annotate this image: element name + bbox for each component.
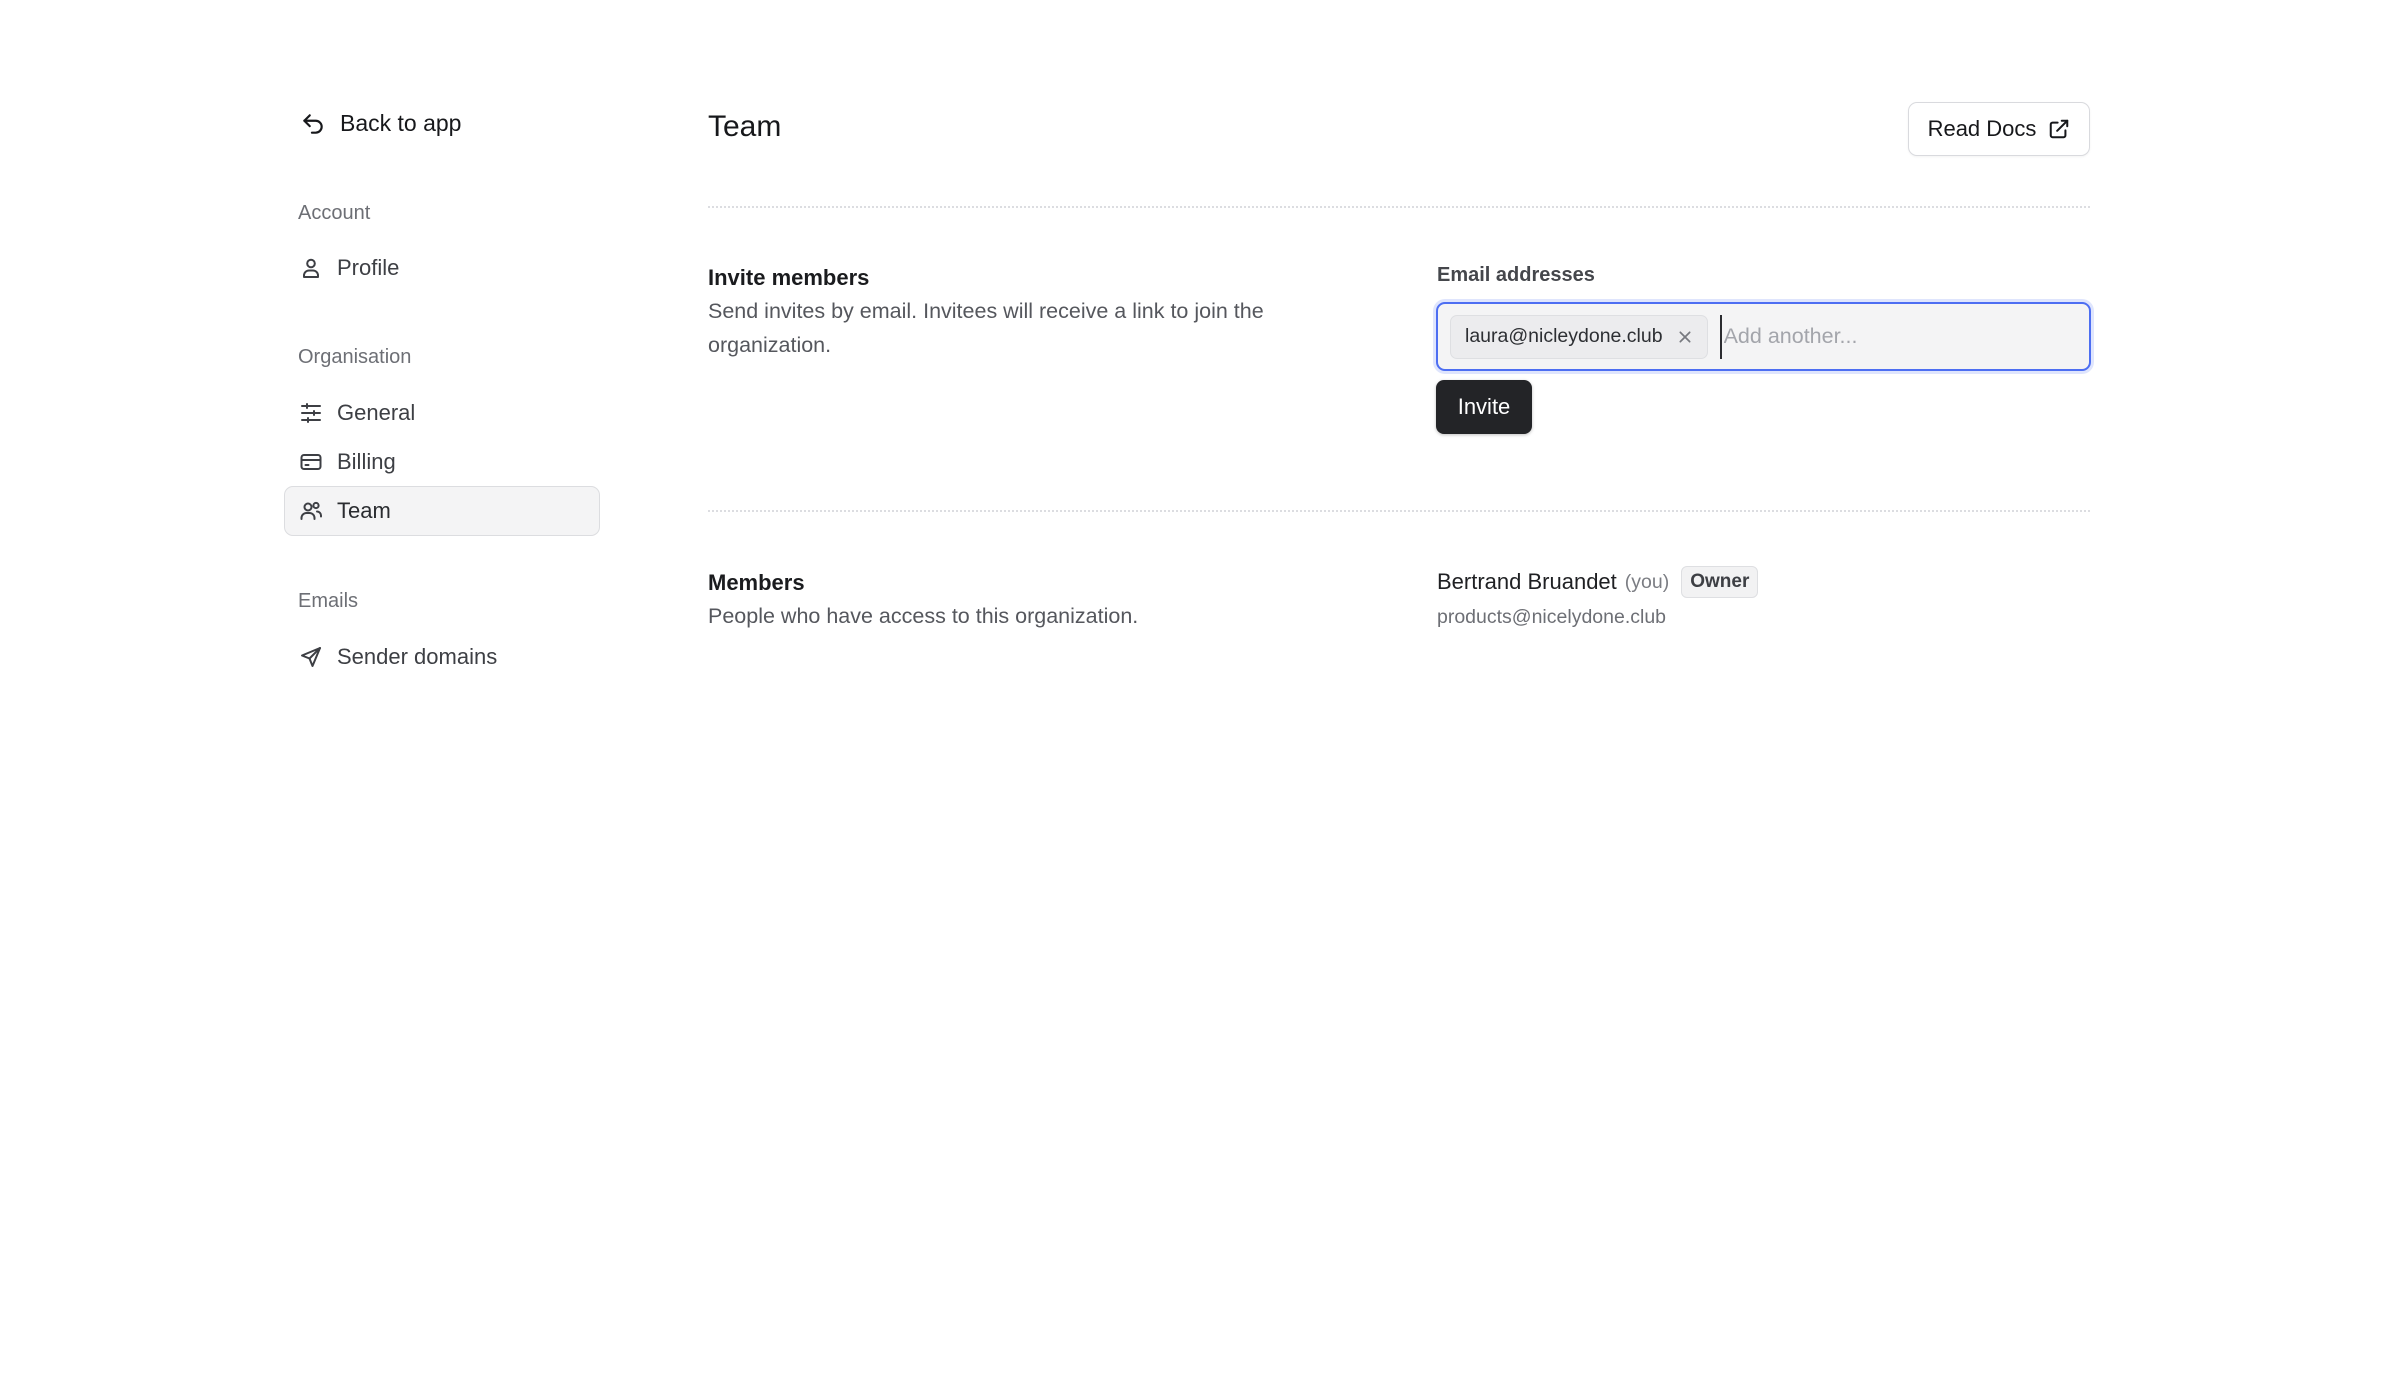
remove-chip-close-icon[interactable]	[1677, 329, 1693, 345]
sidebar-item-general[interactable]: General	[284, 388, 600, 438]
member-email: products@nicelydone.club	[1437, 606, 1667, 628]
email-addresses-label: Email addresses	[1437, 264, 1595, 286]
sidebar-item-sender-domains[interactable]: Sender domains	[284, 632, 600, 682]
external-link-icon	[2048, 118, 2070, 140]
credit-card-icon	[299, 450, 323, 474]
read-docs-label: Read Docs	[1927, 116, 2037, 141]
section-label-organisation: Organisation	[298, 346, 412, 368]
member-row: Bertrand Bruandet (you) Owner products@n…	[1437, 566, 1759, 629]
sidebar-item-label: Profile	[337, 255, 400, 280]
sidebar-item-label: Team	[337, 498, 391, 523]
read-docs-button[interactable]: Read Docs	[1908, 102, 2090, 156]
sidebar-item-label: Sender domains	[337, 644, 498, 669]
email-addresses-field[interactable]: laura@nicleydone.club	[1436, 302, 2091, 371]
invite-button[interactable]: Invite	[1436, 380, 1532, 434]
section-label-account: Account	[298, 202, 371, 224]
undo-arrow-icon	[300, 111, 326, 137]
email-chip: laura@nicleydone.club	[1450, 314, 1708, 359]
email-chip-label: laura@nicleydone.club	[1465, 325, 1663, 347]
sidebar-item-label: General	[337, 400, 416, 425]
invite-members-description: Send invites by email. Invitees will rec…	[708, 299, 1264, 357]
add-email-input[interactable]	[1719, 314, 2089, 359]
send-icon	[299, 645, 323, 669]
sidebar-item-profile[interactable]: Profile	[284, 243, 600, 293]
users-icon	[299, 499, 323, 523]
sidebar-item-team[interactable]: Team	[284, 486, 600, 536]
members-title: Members	[708, 570, 805, 595]
sidebar-item-label: Billing	[337, 449, 396, 474]
members-description: People who have access to this organizat…	[708, 604, 1139, 628]
back-to-app-link[interactable]: Back to app	[300, 110, 461, 137]
section-divider	[708, 206, 2090, 208]
sliders-icon	[299, 401, 323, 425]
role-badge: Owner	[1681, 566, 1759, 598]
user-icon	[299, 256, 323, 280]
sidebar-item-billing[interactable]: Billing	[284, 437, 600, 487]
member-name: Bertrand Bruandet	[1437, 569, 1617, 594]
back-to-app-label: Back to app	[340, 110, 462, 136]
member-you-label: (you)	[1624, 570, 1670, 593]
section-divider	[708, 510, 2090, 512]
invite-members-title: Invite members	[708, 265, 870, 290]
page-title: Team	[708, 110, 782, 143]
section-label-emails: Emails	[298, 590, 359, 612]
